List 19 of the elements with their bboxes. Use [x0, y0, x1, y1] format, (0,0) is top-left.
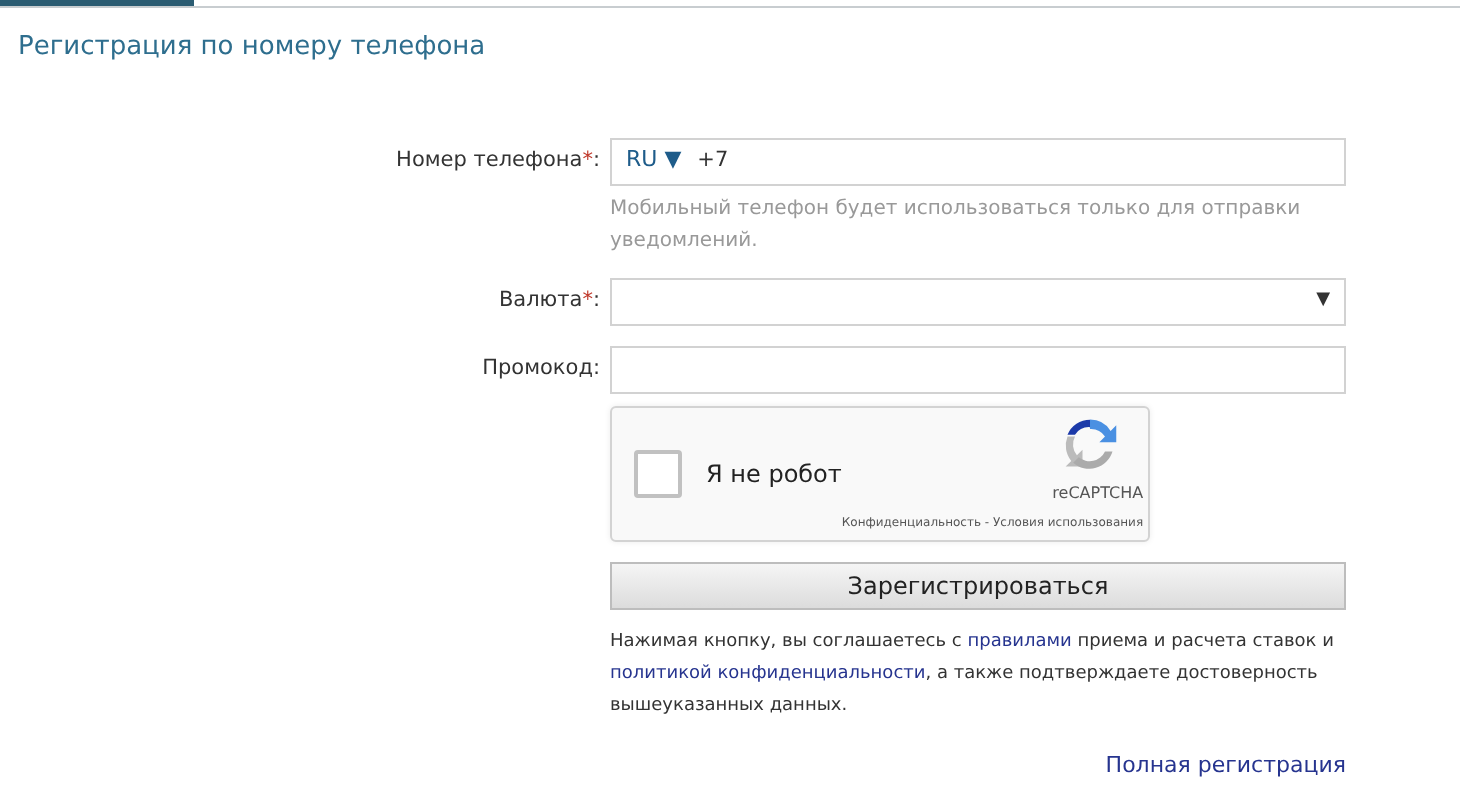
caret-icon: ▼	[1316, 287, 1330, 315]
recaptcha-text: reCAPTCHA	[1052, 482, 1144, 506]
phone-field[interactable]: RU ▼ +7	[610, 137, 1346, 185]
phone-value: +7	[697, 145, 729, 176]
country-selector[interactable]: RU ▼	[626, 144, 682, 178]
captcha-checkbox[interactable]	[634, 449, 682, 497]
promo-code-field[interactable]	[610, 345, 1346, 393]
field-label: Валюта*:	[496, 285, 602, 316]
terms-text: Нажимая кнопку, вы соглашаетесь с правилами приема и расчета ставок и политикой конфиденциальности, а также подтверждаете достоверность вышеуказанных данных.	[610, 629, 1336, 719]
full-registration-link[interactable]: Полная регистрация	[1105, 749, 1346, 782]
currency-select[interactable]: ▼	[610, 277, 1346, 325]
terms-link[interactable]: правилами	[967, 631, 1072, 651]
hint-text: Мобильный телефон будет использоваться только для отправки уведомлений.	[610, 195, 1303, 255]
field-label: Номер телефона*:	[394, 145, 602, 176]
page-title: Регистрация по номеру телефона	[18, 30, 488, 66]
register-button[interactable]: Зарегистрироваться	[610, 561, 1346, 609]
captcha-label: Я не робот	[706, 457, 842, 491]
terms-link[interactable]: политикой конфиденциальности	[610, 663, 926, 683]
field-label: Промокод:	[480, 353, 602, 384]
